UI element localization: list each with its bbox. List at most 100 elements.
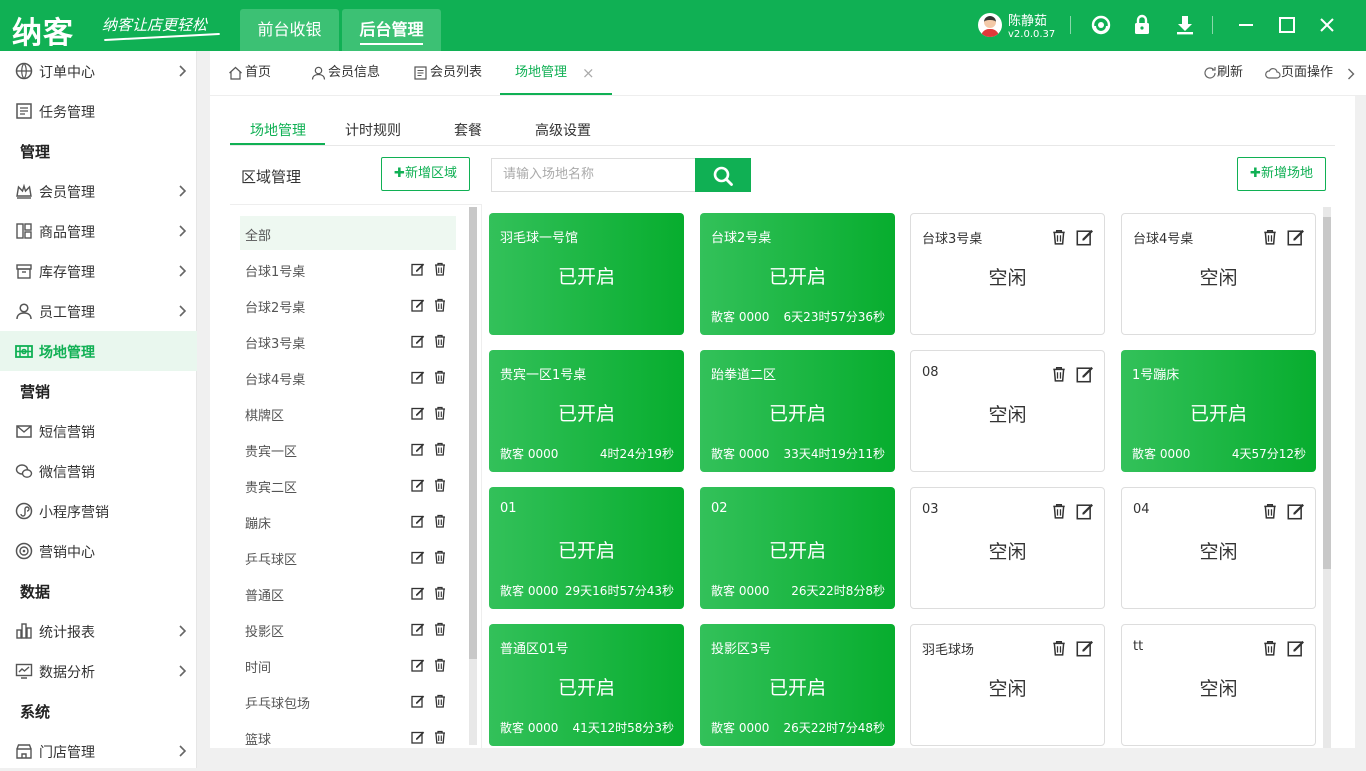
area-list-item[interactable]: 台球3号桌 — [240, 324, 456, 358]
edit-icon[interactable] — [411, 730, 425, 744]
venue-card[interactable]: 01 已开启 散客 0000 29天16时57分43秒 — [489, 487, 684, 609]
delete-icon[interactable] — [1052, 640, 1066, 656]
chevron-right-icon[interactable] — [1347, 68, 1355, 80]
sidebar-item[interactable]: 会员管理 — [0, 171, 197, 211]
sidebar-item[interactable]: 统计报表 — [0, 611, 197, 651]
venue-card[interactable]: 普通区01号 已开启 散客 0000 41天12时58分3秒 — [489, 624, 684, 746]
venue-card[interactable]: 羽毛球场 空闲 — [910, 624, 1105, 746]
sidebar-item[interactable]: 短信营销 — [0, 411, 197, 451]
refresh-button[interactable]: 刷新 — [1203, 51, 1243, 95]
page-tab-member-info[interactable]: 会员信息 — [311, 51, 380, 95]
venue-card[interactable]: 台球2号桌 已开启 散客 0000 6天23时57分36秒 — [700, 213, 895, 335]
delete-icon[interactable] — [434, 550, 446, 564]
sidebar-item[interactable]: 商品管理 — [0, 211, 197, 251]
delete-icon[interactable] — [1052, 229, 1066, 245]
delete-icon[interactable] — [434, 730, 446, 744]
delete-icon[interactable] — [434, 298, 446, 312]
area-list-item[interactable]: 贵宾二区 — [240, 468, 456, 502]
delete-icon[interactable] — [434, 694, 446, 708]
delete-icon[interactable] — [1052, 366, 1066, 382]
edit-icon[interactable] — [411, 694, 425, 708]
delete-icon[interactable] — [434, 622, 446, 636]
edit-icon[interactable] — [411, 586, 425, 600]
area-list-item[interactable]: 篮球 — [240, 720, 456, 754]
delete-icon[interactable] — [434, 406, 446, 420]
venue-card[interactable]: 08 空闲 — [910, 350, 1105, 472]
area-list-item[interactable]: 时间 — [240, 648, 456, 682]
sidebar-item[interactable]: 小程序营销 — [0, 491, 197, 531]
add-area-button[interactable]: ✚新增区域 — [381, 157, 470, 191]
sidebar-item[interactable]: 任务管理 — [0, 91, 197, 131]
sidebar-item[interactable]: 员工管理 — [0, 291, 197, 331]
page-tab-venue-manage[interactable]: 场地管理 × — [500, 51, 612, 95]
area-list-item[interactable]: 乒乓球区 — [240, 540, 456, 574]
tab-close-icon[interactable]: × — [582, 51, 595, 95]
page-tab-home[interactable]: 首页 — [228, 51, 271, 95]
delete-icon[interactable] — [434, 478, 446, 492]
delete-icon[interactable] — [1263, 229, 1277, 245]
venue-card[interactable]: 跆拳道二区 已开启 散客 0000 33天4时19分11秒 — [700, 350, 895, 472]
edit-icon[interactable] — [411, 622, 425, 636]
sidebar-item[interactable]: 场地管理 — [0, 331, 197, 371]
edit-icon[interactable] — [411, 514, 425, 528]
delete-icon[interactable] — [434, 658, 446, 672]
edit-icon[interactable] — [1076, 228, 1094, 246]
venue-card[interactable]: 羽毛球一号馆 已开启 — [489, 213, 684, 335]
tab-front-cashier[interactable]: 前台收银 — [240, 9, 339, 51]
edit-icon[interactable] — [411, 298, 425, 312]
edit-icon[interactable] — [411, 262, 425, 276]
area-list-item[interactable]: 台球4号桌 — [240, 360, 456, 394]
delete-icon[interactable] — [434, 334, 446, 348]
delete-icon[interactable] — [1052, 503, 1066, 519]
venue-card[interactable]: 台球4号桌 空闲 — [1121, 213, 1316, 335]
venue-grid-scrollbar[interactable] — [1323, 207, 1331, 748]
area-list-item[interactable]: 投影区 — [240, 612, 456, 646]
delete-icon[interactable] — [434, 370, 446, 384]
edit-icon[interactable] — [411, 370, 425, 384]
edit-icon[interactable] — [411, 334, 425, 348]
venue-card[interactable]: 02 已开启 散客 0000 26天22时8分8秒 — [700, 487, 895, 609]
lock-icon[interactable] — [1130, 13, 1154, 37]
edit-icon[interactable] — [411, 658, 425, 672]
edit-icon[interactable] — [411, 478, 425, 492]
area-list-item[interactable]: 台球2号桌 — [240, 288, 456, 322]
area-list-scrollbar[interactable] — [469, 207, 477, 745]
venue-card[interactable]: 投影区3号 已开启 散客 0000 26天22时7分48秒 — [700, 624, 895, 746]
download-icon[interactable] — [1173, 13, 1197, 37]
delete-icon[interactable] — [434, 514, 446, 528]
sidebar-item[interactable]: 门店管理 — [0, 731, 197, 771]
area-list-item[interactable]: 台球1号桌 — [240, 252, 456, 286]
edit-icon[interactable] — [1076, 365, 1094, 383]
subtab-package[interactable]: 套餐 — [454, 120, 482, 140]
venue-card[interactable]: 04 空闲 — [1121, 487, 1316, 609]
page-operation-button[interactable]: 页面操作 — [1265, 51, 1333, 95]
edit-icon[interactable] — [1287, 639, 1305, 657]
maximize-icon[interactable] — [1275, 13, 1299, 37]
subtab-timing-rules[interactable]: 计时规则 — [345, 120, 401, 140]
venue-card[interactable]: 03 空闲 — [910, 487, 1105, 609]
sidebar-item[interactable]: 库存管理 — [0, 251, 197, 291]
venue-card[interactable]: 1号蹦床 已开启 散客 0000 4天57分12秒 — [1121, 350, 1316, 472]
edit-icon[interactable] — [411, 550, 425, 564]
page-tab-member-list[interactable]: 会员列表 — [413, 51, 482, 95]
area-list-item[interactable]: 普通区 — [240, 576, 456, 610]
edit-icon[interactable] — [1287, 502, 1305, 520]
edit-icon[interactable] — [1287, 228, 1305, 246]
venue-card[interactable]: 台球3号桌 空闲 — [910, 213, 1105, 335]
area-list-item[interactable]: 贵宾一区 — [240, 432, 456, 466]
area-list-item[interactable]: 棋牌区 — [240, 396, 456, 430]
minimize-icon[interactable] — [1234, 13, 1258, 37]
close-icon[interactable] — [1315, 13, 1339, 37]
venue-card[interactable]: tt 空闲 — [1121, 624, 1316, 746]
subtab-advanced-settings[interactable]: 高级设置 — [535, 120, 591, 140]
search-button[interactable] — [695, 158, 751, 192]
area-list-item[interactable]: 蹦床 — [240, 504, 456, 538]
support-icon[interactable] — [1089, 13, 1113, 37]
subtab-venue-manage[interactable]: 场地管理 — [250, 120, 306, 140]
delete-icon[interactable] — [1263, 640, 1277, 656]
venue-search-input[interactable]: 请输入场地名称 — [491, 158, 696, 192]
edit-icon[interactable] — [1076, 502, 1094, 520]
sidebar-item[interactable]: 数据分析 — [0, 651, 197, 691]
tab-backend-manage[interactable]: 后台管理 — [342, 9, 441, 51]
delete-icon[interactable] — [1263, 503, 1277, 519]
